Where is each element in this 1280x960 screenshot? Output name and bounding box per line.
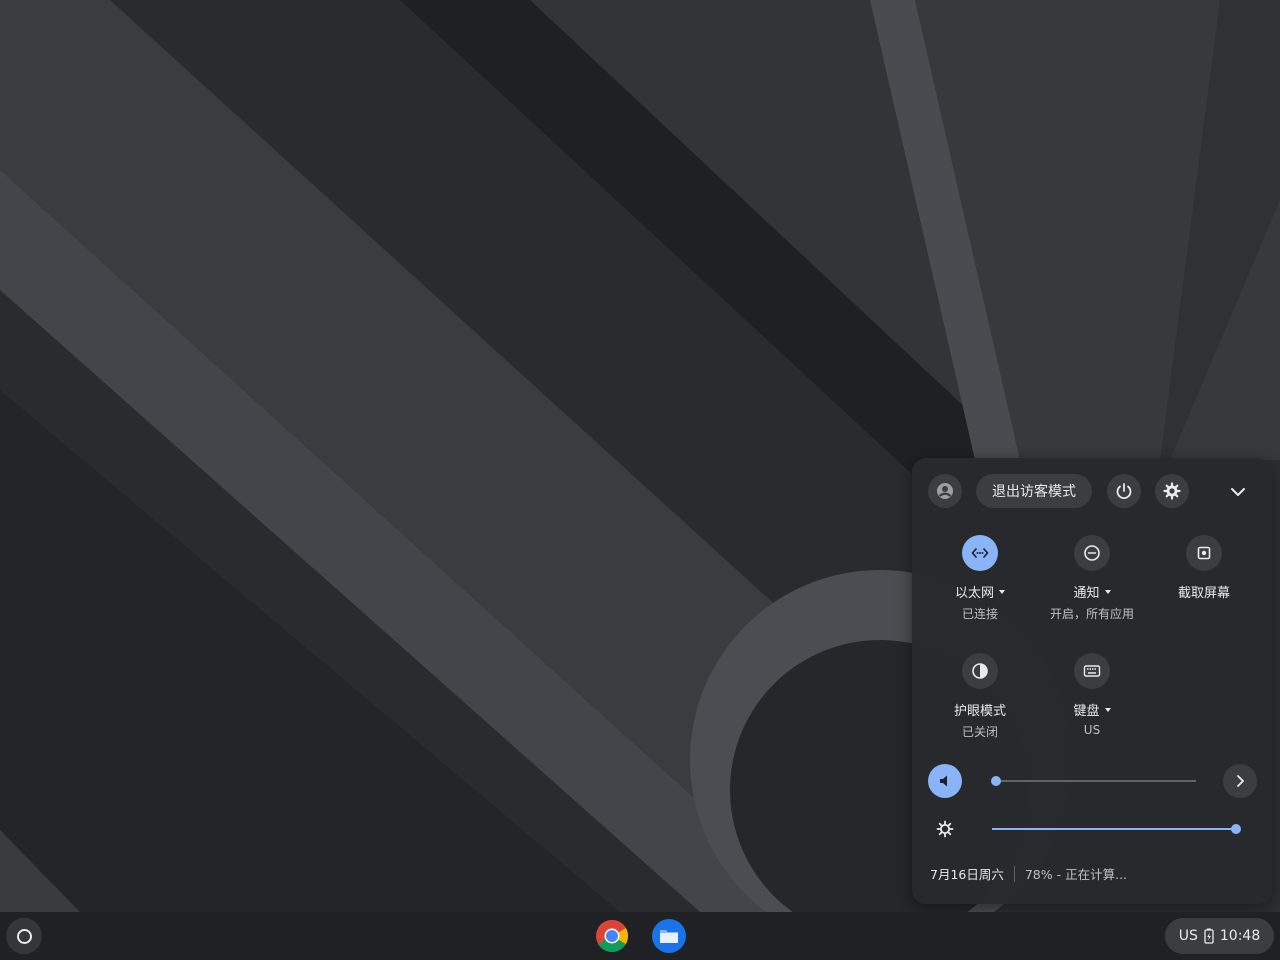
tile-keyboard-status: US xyxy=(1083,723,1101,737)
chevron-down-icon[interactable] xyxy=(1226,480,1250,504)
volume-slider-thumb[interactable] xyxy=(991,776,1001,786)
screen-capture-icon[interactable] xyxy=(1186,535,1222,571)
tile-notifications-label: 通知 xyxy=(1073,586,1100,601)
settings-button[interactable] xyxy=(1155,474,1189,508)
launcher-icon xyxy=(16,928,32,944)
volume-icon xyxy=(940,775,947,787)
quick-settings-footer: 7月16日周六 78% - 正在计算... xyxy=(930,864,1127,883)
quick-settings-header: 退出访客模式 xyxy=(912,474,1272,510)
chevron-right-icon xyxy=(1237,775,1244,787)
night-light-icon[interactable] xyxy=(962,653,998,689)
gear-icon xyxy=(1163,482,1181,500)
tile-ethernet-status: 已连接 xyxy=(961,607,998,621)
tile-night-light-label: 护眼模式 xyxy=(953,704,1006,719)
tile-screen-capture-label: 截取屏幕 xyxy=(1177,586,1230,601)
power-icon xyxy=(1116,483,1132,500)
tile-night-light[interactable]: 护眼模式 已关闭 xyxy=(924,653,1036,740)
quick-settings-panel: 退出访客模式 以太网 已连接 通知 开启，所有应用 截取屏幕 护眼模式 已关闭 … xyxy=(912,458,1272,904)
battery-status: 78% - 正在计算... xyxy=(1024,867,1128,882)
launcher-button[interactable] xyxy=(6,918,42,954)
do-not-disturb-icon[interactable] xyxy=(1074,535,1110,571)
brightness-slider-row xyxy=(912,811,1272,847)
volume-slider[interactable] xyxy=(996,780,1196,782)
files-icon[interactable] xyxy=(651,918,687,954)
status-tray[interactable]: US 10:48 xyxy=(1165,918,1274,954)
ethernet-icon[interactable] xyxy=(962,535,998,571)
volume-button[interactable] xyxy=(928,764,962,798)
ime-indicator: US xyxy=(1178,928,1198,944)
tile-notifications[interactable]: 通知 开启，所有应用 xyxy=(1036,535,1148,622)
tile-ethernet[interactable]: 以太网 已连接 xyxy=(924,535,1036,622)
date-label[interactable]: 7月16日周六 xyxy=(930,864,1004,883)
caret-down-icon[interactable] xyxy=(1104,707,1111,712)
keyboard-icon[interactable] xyxy=(1074,653,1110,689)
tile-keyboard[interactable]: 键盘 US xyxy=(1036,653,1148,737)
exit-guest-button[interactable]: 退出访客模式 xyxy=(976,474,1092,508)
chrome-icon[interactable] xyxy=(594,918,630,954)
account-circle-icon[interactable] xyxy=(928,474,962,508)
tile-screen-capture[interactable]: 截取屏幕 xyxy=(1148,535,1260,601)
divider xyxy=(1013,865,1015,882)
tile-night-light-status: 已关闭 xyxy=(961,725,998,739)
volume-slider-row xyxy=(912,763,1272,799)
clock: 10:48 xyxy=(1219,928,1261,944)
tile-notifications-status: 开启，所有应用 xyxy=(1049,607,1134,621)
brightness-slider[interactable] xyxy=(992,828,1236,830)
tile-keyboard-label: 键盘 xyxy=(1073,704,1100,719)
battery-charging-icon xyxy=(1204,928,1214,944)
tile-ethernet-label: 以太网 xyxy=(954,586,994,601)
brightness-icon xyxy=(928,812,962,846)
caret-down-icon[interactable] xyxy=(999,589,1005,594)
shelf xyxy=(0,912,1280,960)
power-button[interactable] xyxy=(1107,474,1141,508)
brightness-slider-thumb[interactable] xyxy=(1231,824,1241,834)
audio-settings-button[interactable] xyxy=(1223,764,1257,798)
caret-down-icon[interactable] xyxy=(1104,589,1111,594)
